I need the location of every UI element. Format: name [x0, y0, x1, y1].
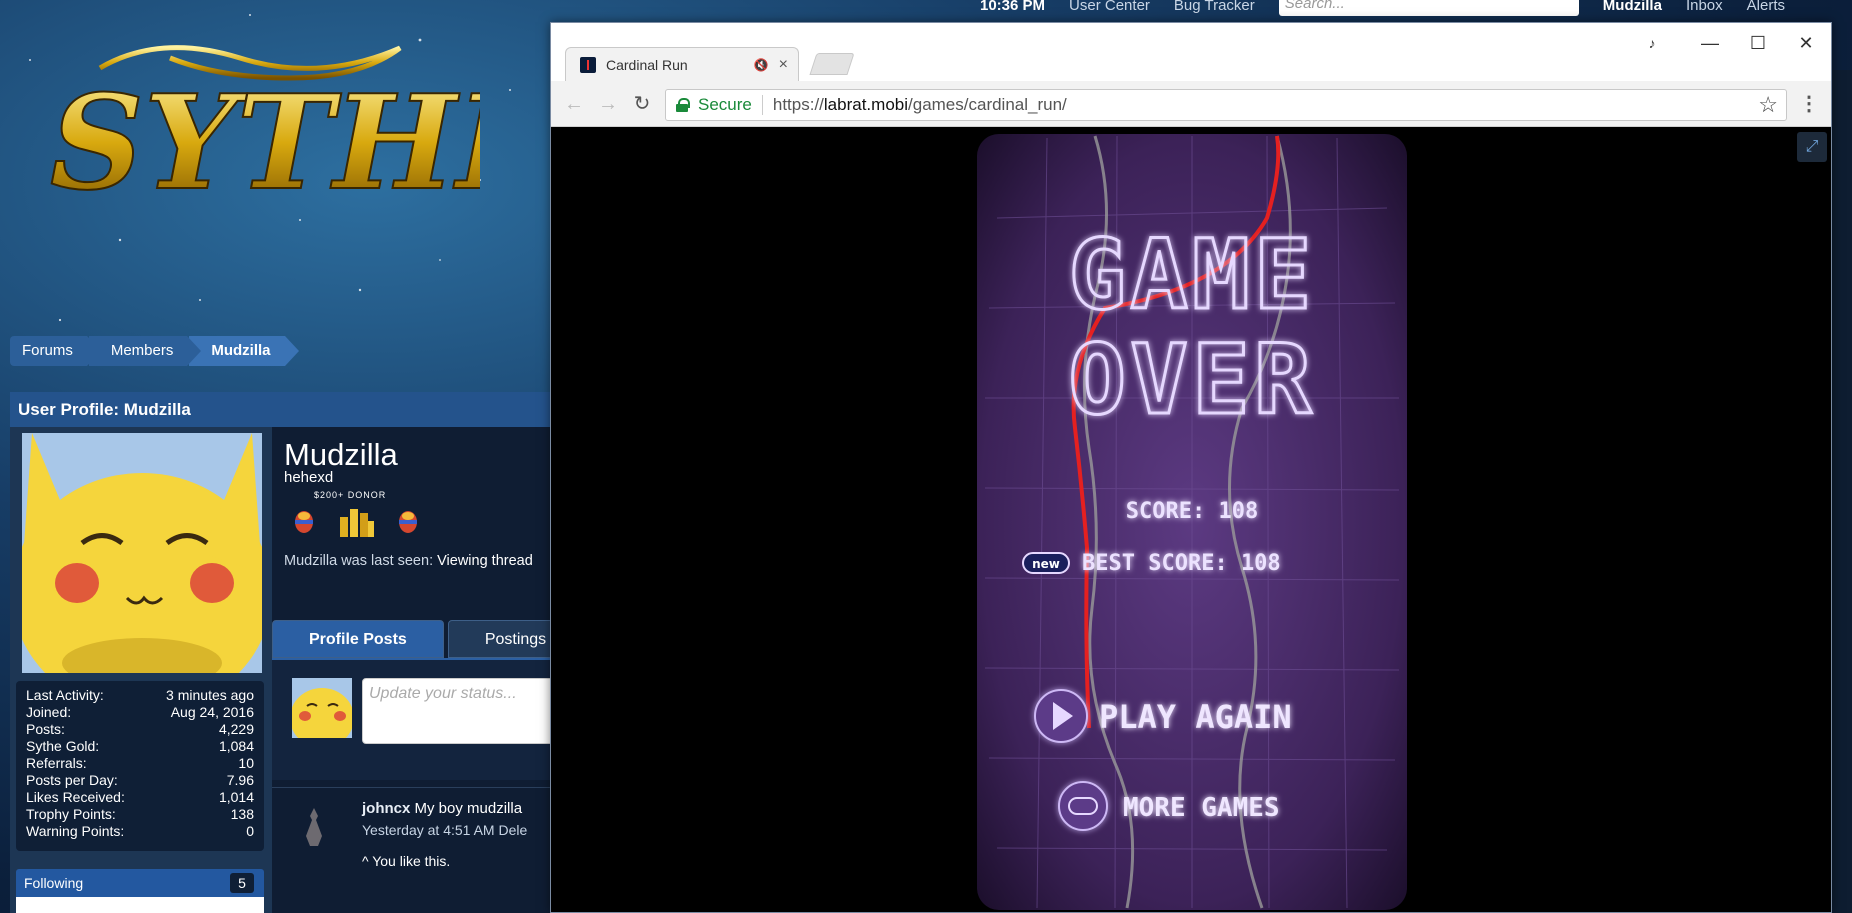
score-text: SCORE: 108 [1126, 499, 1258, 524]
profile-stats: Last Activity: 3 minutes ago Joined: Aug 2… [16, 681, 264, 851]
breadcrumb-members[interactable]: Members [88, 336, 201, 366]
forum-top-navigation: 10:36 PM User Center Bug Tracker Search.… [980, 0, 1785, 16]
egg-badge-icon [399, 511, 417, 533]
post-delete-link[interactable]: Dele [498, 822, 527, 838]
gold-coins-icon [340, 509, 374, 537]
game-over-line1: GAME [1068, 219, 1315, 331]
reload-icon[interactable]: ↻ [629, 91, 655, 117]
profile-badges [294, 503, 418, 539]
forum-search-input[interactable]: Search... [1278, 0, 1579, 16]
last-seen-link[interactable]: Viewing thread [437, 553, 533, 569]
breadcrumb-forums[interactable]: Forums [10, 336, 101, 366]
gamepad-icon [1058, 781, 1108, 831]
fullscreen-icon[interactable]: ⤢ [1797, 132, 1827, 162]
status-update-area: Update your status... [272, 660, 602, 780]
profile-sidebar: Last Activity: 3 minutes ago Joined: Aug 2… [10, 427, 272, 913]
avatar[interactable] [292, 678, 352, 738]
sythe-logo[interactable]: SYTHE [40, 28, 558, 220]
stat-row: Joined: Aug 24, 2016 [26, 704, 254, 720]
tab-profile-posts[interactable]: Profile Posts [272, 620, 444, 658]
page-viewport: ⤢ GAME OVER SCORE: 108 new BEST SCORE: 1… [551, 128, 1831, 912]
url-text[interactable]: https://labrat.mobi/games/cardinal_run/ [773, 95, 1067, 115]
post-header: johncx My boy mudzilla [362, 800, 522, 817]
like-chevron-icon: ^ [362, 853, 369, 869]
following-count: 5 [230, 873, 254, 893]
post-text: My boy mudzilla [414, 800, 523, 817]
browser-tab-active[interactable]: Cardinal Run 🔇 × [565, 47, 799, 81]
post-author-link[interactable]: johncx [362, 800, 410, 817]
tab-close-icon[interactable]: × [779, 56, 788, 74]
best-score-text: BEST SCORE: 108 [1082, 551, 1281, 576]
breadcrumb: Forums Members Mudzilla [10, 336, 299, 366]
account-link[interactable]: Mudzilla [1603, 0, 1662, 14]
stat-row: Sythe Gold: 1,084 [26, 738, 254, 754]
stat-row: Last Activity: 3 minutes ago [26, 687, 254, 703]
minimize-icon[interactable]: — [1687, 31, 1733, 57]
stat-row: Referrals: 10 [26, 755, 254, 771]
donor-label: $200+ DONOR [314, 490, 387, 500]
post-like-summary: ^ You like this. [362, 853, 451, 869]
new-tab-button[interactable] [809, 53, 855, 75]
bug-tracker-link[interactable]: Bug Tracker [1174, 0, 1255, 14]
profile-post: johncx My boy mudzilla Yesterday at 4:51… [272, 787, 570, 913]
profile-username: Mudzilla [284, 437, 398, 472]
clock: 10:36 PM [980, 0, 1046, 14]
profile-tabs: Profile Posts Postings [272, 620, 584, 658]
forward-icon[interactable]: → [595, 91, 621, 117]
bookmark-star-icon[interactable]: ☆ [1758, 92, 1778, 118]
profile-main: Mudzilla hehexd $200+ DONOR Mudzilla was… [272, 427, 602, 913]
stat-row: Likes Received: 1,014 [26, 789, 254, 805]
site-right-edge [1832, 70, 1852, 913]
browser-window: Cardinal Run 🔇 × ♪ — ☐ ✕ ← → ↻ Secure ht… [550, 22, 1832, 913]
post-author-avatar[interactable] [302, 806, 326, 848]
back-icon[interactable]: ← [561, 91, 587, 117]
user-center-link[interactable]: User Center [1069, 0, 1150, 14]
inbox-link[interactable]: Inbox [1686, 0, 1723, 14]
stat-row: Posts: 4,229 [26, 721, 254, 737]
secure-label: Secure [698, 95, 763, 115]
more-games-label: MORE GAMES [1123, 793, 1280, 823]
address-bar[interactable]: Secure https://labrat.mobi/games/cardina… [665, 89, 1787, 121]
alerts-link[interactable]: Alerts [1747, 0, 1785, 14]
game-canvas[interactable]: GAME OVER SCORE: 108 new BEST SCORE: 108… [977, 128, 1407, 912]
game-over-line2: OVER [1068, 324, 1315, 436]
favicon-icon [580, 56, 596, 73]
breadcrumb-current[interactable]: Mudzilla [189, 336, 299, 366]
browser-tab-title: Cardinal Run [606, 56, 688, 73]
stat-row: Posts per Day: 7.96 [26, 772, 254, 788]
user-profile-icon[interactable]: ♪ [1629, 31, 1675, 57]
lock-icon [676, 98, 690, 112]
new-badge: new [1022, 552, 1070, 574]
egg-badge-icon [295, 511, 313, 533]
svg-text:SYTHE: SYTHE [50, 66, 480, 213]
profile-panel-title: User Profile: Mudzilla [10, 392, 570, 427]
following-header[interactable]: Following 5 [16, 869, 264, 897]
last-seen-text: Mudzilla was last seen: Viewing thread [284, 553, 533, 569]
post-time[interactable]: Yesterday at 4:51 AM [362, 822, 495, 838]
stat-row: Trophy Points: 138 [26, 806, 254, 822]
browser-toolbar: ← → ↻ Secure https://labrat.mobi/games/c… [551, 81, 1831, 127]
browser-menu-icon[interactable]: ⋮ [1799, 91, 1819, 117]
tab-mute-icon[interactable]: 🔇 [754, 58, 769, 72]
stat-row: Warning Points: 0 [26, 823, 254, 839]
following-list [16, 897, 264, 913]
maximize-icon[interactable]: ☐ [1735, 31, 1781, 57]
play-again-label: PLAY AGAIN [1099, 698, 1292, 736]
window-close-icon[interactable]: ✕ [1783, 31, 1829, 57]
user-title: hehexd [284, 469, 334, 486]
browser-titlebar: Cardinal Run 🔇 × ♪ — ☐ ✕ [551, 23, 1831, 81]
new-badge-text: new [1032, 557, 1060, 571]
post-meta: Yesterday at 4:51 AM Dele [362, 822, 527, 838]
user-profile-panel: User Profile: Mudzilla Last Activity: 3 … [10, 392, 602, 913]
play-again-button[interactable]: PLAY AGAIN [1034, 689, 1292, 743]
following-label: Following [24, 875, 84, 891]
avatar[interactable] [22, 433, 262, 673]
game-over-title: GAME OVER [1067, 218, 1315, 438]
